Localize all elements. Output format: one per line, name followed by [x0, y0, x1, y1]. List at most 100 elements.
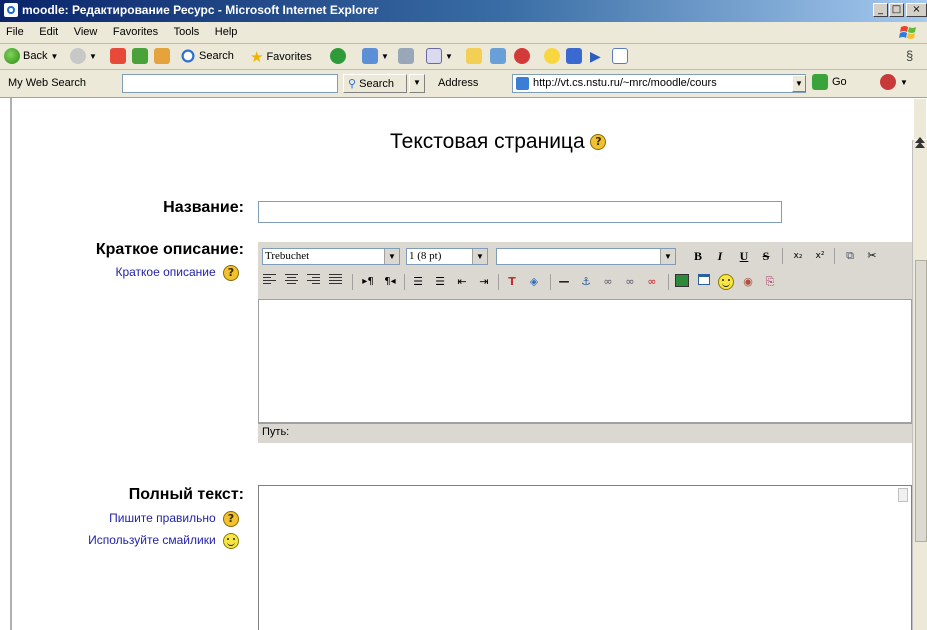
my-web-search-input[interactable] [122, 74, 338, 93]
page-favicon-icon [516, 77, 529, 90]
maximize-button[interactable]: □ [889, 3, 904, 17]
back-button[interactable]: Back ▼ [4, 48, 58, 64]
research-button[interactable] [490, 48, 506, 64]
insert-table-button[interactable] [696, 274, 712, 290]
favorites-button[interactable]: ★ Favorites [250, 48, 312, 66]
address-input[interactable]: http://vt.cs.nstu.ru/~mrc/moodle/cours [512, 74, 806, 93]
fulltext-textarea[interactable] [258, 485, 912, 630]
scroll-thumb[interactable] [915, 260, 927, 542]
menu-edit[interactable]: Edit [33, 22, 64, 38]
ordered-list-button[interactable]: ☰ [410, 274, 426, 290]
toolbar-separator [550, 274, 551, 290]
font-size-select[interactable]: 1 (8 pt) ▼ [406, 248, 488, 265]
address-dropdown-button[interactable]: ▼ [792, 75, 806, 92]
cut-icon[interactable]: ✂ [864, 248, 880, 264]
scrollbar-top [914, 99, 926, 143]
outdent-button[interactable]: ⇤ [454, 274, 470, 290]
align-left-button[interactable] [263, 274, 279, 290]
chevron-down-icon: ▼ [50, 51, 59, 61]
summary-help-link[interactable]: Краткое описание ? [115, 265, 239, 281]
smiley-icon [544, 48, 560, 64]
history-icon [362, 48, 378, 64]
indent-button[interactable]: ⇥ [476, 274, 492, 290]
go-label: Go [832, 76, 847, 88]
italic-button[interactable]: I [712, 248, 728, 264]
fulltext-help-link[interactable]: Пишите правильно ? [109, 511, 239, 527]
anchor-icon[interactable]: ⚓ [578, 274, 594, 290]
unlink-icon[interactable]: ∞ [622, 274, 638, 290]
go-button[interactable]: Go [812, 74, 847, 90]
stop-button[interactable] [110, 48, 126, 64]
subscript-button[interactable]: x₂ [790, 248, 806, 264]
bold-button[interactable]: B [690, 248, 706, 264]
smiley-toolbar-button[interactable] [544, 48, 560, 64]
ie-page-button[interactable] [612, 48, 628, 64]
insert-smiley-button[interactable] [718, 274, 734, 290]
history-button[interactable]: ▼ [362, 48, 389, 64]
copy-icon[interactable]: ⧉ [842, 248, 858, 264]
rtl-button[interactable]: ¶◂ [382, 274, 398, 290]
special-char-icon[interactable]: ◉ [740, 274, 756, 290]
align-right-button[interactable] [307, 274, 323, 290]
search-button[interactable]: Search [180, 48, 234, 64]
menu-tools[interactable]: Tools [168, 22, 206, 38]
ltr-button[interactable]: ▸¶ [360, 274, 376, 290]
folder-button[interactable] [466, 48, 482, 64]
fulltext-smiley-link[interactable]: Используйте смайлики [88, 533, 239, 549]
horizontal-rule-button[interactable]: — [556, 274, 572, 290]
chevron-down-icon: ▼ [384, 249, 399, 264]
menu-help[interactable]: Help [209, 22, 244, 38]
minimize-button[interactable]: _ [873, 3, 888, 17]
vertical-scrollbar[interactable] [912, 140, 927, 630]
nolink-icon[interactable]: ∞ [644, 274, 660, 290]
summary-help-link-text: Краткое описание [115, 265, 216, 280]
windows-logo-icon [899, 26, 916, 39]
summary-editor-area[interactable] [258, 299, 912, 423]
messenger-button[interactable] [514, 48, 530, 64]
summary-label: Краткое описание: [95, 241, 244, 258]
strikethrough-button[interactable]: S [758, 248, 774, 264]
print-button[interactable] [398, 48, 414, 64]
window-title: moodle: Редактирование Ресурс - Microsof… [22, 3, 379, 17]
underline-button[interactable]: U [736, 248, 752, 264]
insert-image-button[interactable] [674, 274, 690, 290]
name-input[interactable] [258, 201, 782, 223]
play-button[interactable]: ▶ [590, 48, 601, 65]
background-color-button[interactable]: ◈ [526, 274, 542, 290]
toolbar-extra-button[interactable]: § [906, 48, 913, 63]
justify-button[interactable] [329, 274, 345, 290]
help-icon[interactable]: ? [223, 265, 239, 281]
media-button[interactable] [330, 48, 346, 64]
home-button[interactable] [154, 48, 170, 64]
edit-button[interactable]: ▼ [426, 48, 453, 64]
link-icon[interactable]: ∞ [600, 274, 616, 290]
image-icon [675, 274, 689, 287]
style-select[interactable]: ▼ [496, 248, 676, 265]
font-size-value: 1 (8 pt) [409, 250, 442, 262]
scroll-up-arrow-icon[interactable] [915, 137, 925, 143]
search-dropdown-button[interactable]: ▼ [409, 74, 425, 93]
align-center-button[interactable] [285, 274, 301, 290]
help-icon[interactable]: ? [590, 134, 607, 151]
textarea-scrollbar[interactable] [898, 488, 908, 502]
extras-icon [880, 74, 896, 90]
fulltext-label: Полный текст: [128, 486, 244, 503]
back-arrow-icon [4, 48, 20, 64]
refresh-button[interactable] [132, 48, 148, 64]
unordered-list-button[interactable]: ☰ [432, 274, 448, 290]
extras-button[interactable]: ▼ [880, 74, 908, 90]
html-mode-icon[interactable]: ⎘ [762, 274, 778, 290]
superscript-button[interactable]: x² [812, 248, 828, 264]
my-web-search-button[interactable]: ⚲ Search [343, 74, 407, 93]
monitor-button[interactable] [566, 48, 582, 64]
menu-file[interactable]: File [0, 22, 30, 38]
text-color-button[interactable]: T [504, 274, 520, 290]
stop-icon [110, 48, 126, 64]
address-label: Address [438, 77, 479, 89]
close-button[interactable]: × [906, 3, 927, 17]
font-family-select[interactable]: Trebuchet ▼ [262, 248, 400, 265]
menu-view[interactable]: View [68, 22, 104, 38]
menu-favorites[interactable]: Favorites [107, 22, 164, 38]
help-icon[interactable]: ? [223, 511, 239, 527]
forward-button[interactable]: ▼ [70, 48, 97, 64]
